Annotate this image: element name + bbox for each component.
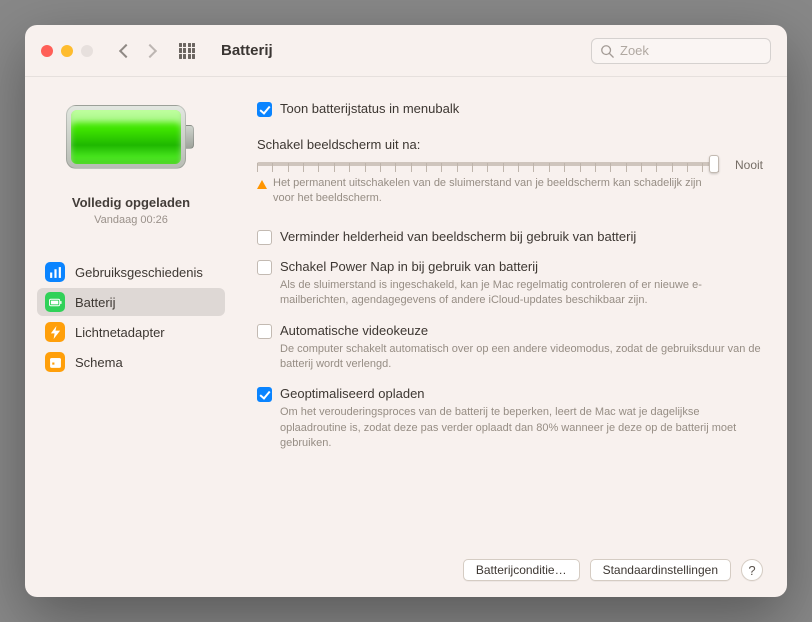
checkbox-auto-graphics[interactable]: [257, 324, 272, 339]
slider-thumb[interactable]: [709, 155, 719, 173]
battery-hero-icon: [66, 105, 196, 169]
sidebar-item-label: Lichtnetadapter: [75, 325, 165, 340]
battery-icon: [45, 292, 65, 312]
checkbox-power-nap[interactable]: [257, 260, 272, 275]
search-input[interactable]: [620, 43, 762, 58]
checkbox-optimized-charging[interactable]: [257, 387, 272, 402]
forward-button: [143, 43, 157, 57]
option-auto-graphics: Automatische videokeuze De computer scha…: [257, 323, 763, 373]
titlebar: Batterij: [25, 25, 787, 77]
sidebar: Volledig opgeladen Vandaag 00:26 Gebruik…: [25, 77, 237, 597]
option-show-menubar[interactable]: Toon batterijstatus in menubalk: [257, 101, 763, 117]
sidebar-item-label: Gebruiksgeschiedenis: [75, 265, 203, 280]
search-field[interactable]: [591, 38, 771, 64]
slider-max-label: Nooit: [735, 158, 763, 172]
back-button[interactable]: [119, 43, 133, 57]
option-label: Geoptimaliseerd opladen: [280, 386, 425, 401]
content-area: Toon batterijstatus in menubalk Schakel …: [237, 77, 787, 597]
display-off-label: Schakel beeldscherm uit na:: [257, 137, 763, 152]
battery-status-text: Volledig opgeladen: [72, 195, 190, 210]
display-off-slider[interactable]: Nooit: [257, 162, 763, 166]
warning-icon: [257, 180, 267, 189]
battery-status-time: Vandaag 00:26: [94, 214, 168, 226]
option-label: Verminder helderheid van beeldscherm bij…: [280, 229, 636, 244]
sidebar-nav: Gebruiksgeschiedenis Batterij Lichtnetad…: [37, 258, 225, 376]
page-title: Batterij: [221, 42, 273, 59]
option-optimized-charging: Geoptimaliseerd opladen Om het verouderi…: [257, 386, 763, 451]
sidebar-item-label: Schema: [75, 355, 123, 370]
bolt-icon: [45, 322, 65, 342]
sidebar-item-power-adapter[interactable]: Lichtnetadapter: [37, 318, 225, 346]
checkbox-show-menubar[interactable]: [257, 102, 272, 117]
option-dim-display: Verminder helderheid van beeldscherm bij…: [257, 229, 763, 245]
option-help: Als de sluimerstand is ingeschakeld, kan…: [280, 278, 763, 309]
footer: Batterijconditie… Standaardinstellingen …: [257, 547, 763, 581]
nav-arrows: [121, 46, 155, 56]
bar-chart-icon: [45, 262, 65, 282]
help-button[interactable]: ?: [741, 559, 763, 581]
show-all-icon[interactable]: [179, 43, 195, 59]
option-help: Om het verouderingsproces van de batteri…: [280, 405, 763, 451]
sidebar-item-battery[interactable]: Batterij: [37, 288, 225, 316]
close-window-icon[interactable]: [41, 45, 53, 57]
battery-condition-button[interactable]: Batterijconditie…: [463, 559, 580, 581]
checkbox-dim-display[interactable]: [257, 230, 272, 245]
sidebar-item-usage-history[interactable]: Gebruiksgeschiedenis: [37, 258, 225, 286]
sidebar-item-label: Batterij: [75, 295, 115, 310]
slider-track[interactable]: [257, 162, 719, 166]
restore-defaults-button[interactable]: Standaardinstellingen: [590, 559, 731, 581]
option-label: Schakel Power Nap in bij gebruik van bat…: [280, 259, 538, 274]
option-power-nap: Schakel Power Nap in bij gebruik van bat…: [257, 259, 763, 309]
slider-ticks: [257, 163, 719, 172]
warning-text: Het permanent uitschakelen van de sluime…: [273, 176, 719, 207]
preferences-window: Batterij Volledig opgeladen Vandaag 00:2…: [25, 25, 787, 597]
zoom-window-icon[interactable]: [81, 45, 93, 57]
calendar-icon: [45, 352, 65, 372]
warning-row: Het permanent uitschakelen van de sluime…: [257, 176, 763, 207]
option-label: Automatische videokeuze: [280, 323, 428, 338]
search-icon: [600, 44, 614, 58]
minimize-window-icon[interactable]: [61, 45, 73, 57]
option-help: De computer schakelt automatisch over op…: [280, 342, 763, 373]
window-controls: [41, 45, 93, 57]
option-label: Toon batterijstatus in menubalk: [280, 101, 459, 116]
sidebar-item-schedule[interactable]: Schema: [37, 348, 225, 376]
